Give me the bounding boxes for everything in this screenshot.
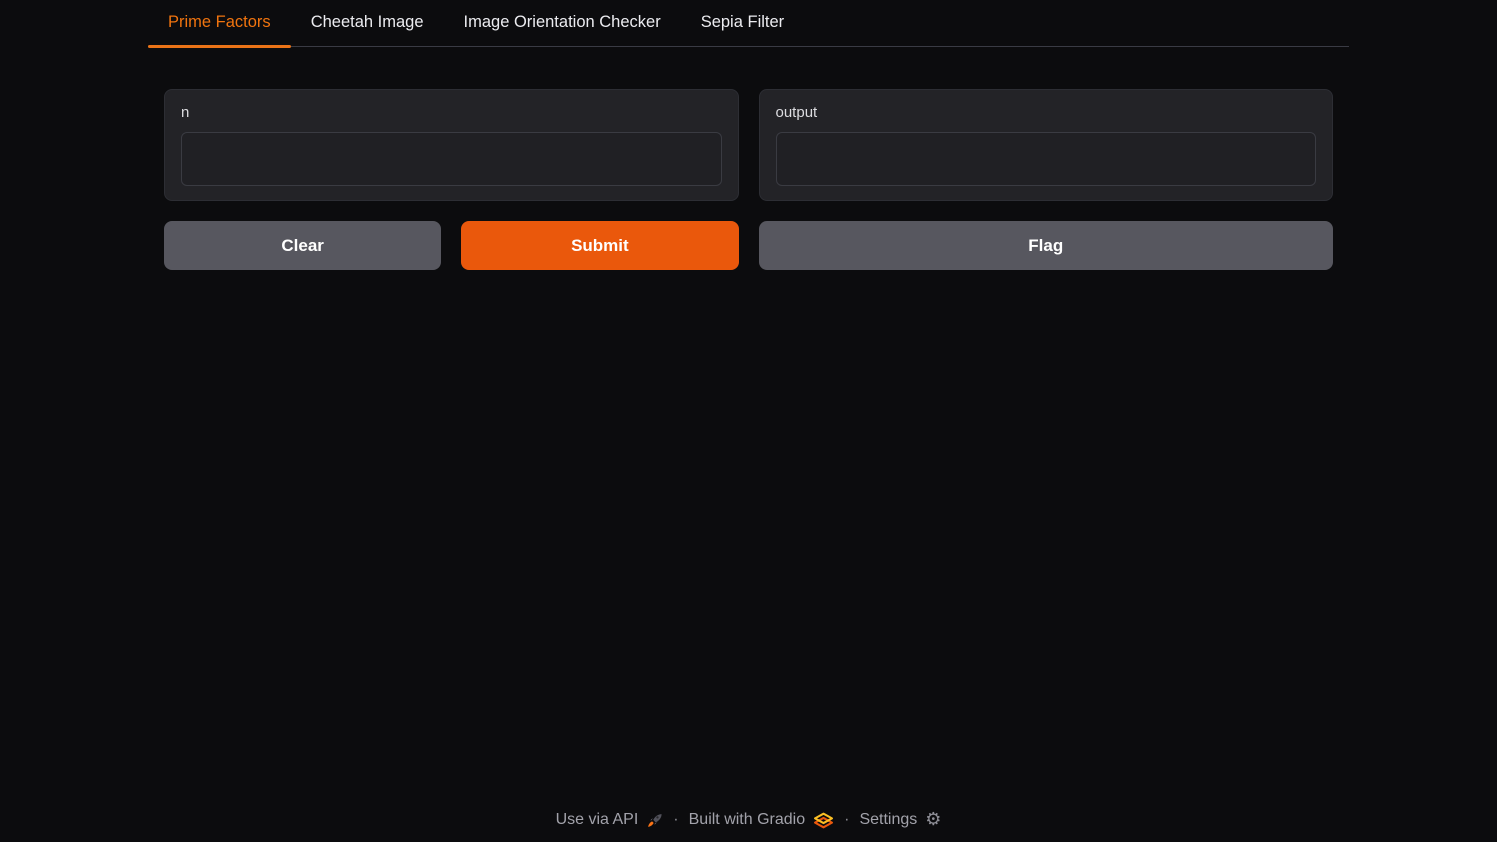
output-actions-column: Flag xyxy=(759,221,1334,270)
gear-icon: ⚙ xyxy=(925,811,941,829)
submit-button[interactable]: Submit xyxy=(461,221,738,270)
tab-prime-factors[interactable]: Prime Factors xyxy=(148,0,291,46)
tab-cheetah-image[interactable]: Cheetah Image xyxy=(291,0,444,46)
footer-separator-2: · xyxy=(844,811,849,829)
footer: Use via API · Built with Gradio xyxy=(0,811,1497,842)
input-actions-column: Clear Submit xyxy=(164,221,739,270)
tab-sepia-filter[interactable]: Sepia Filter xyxy=(681,0,804,46)
footer-separator: · xyxy=(673,811,678,829)
output-textbox[interactable] xyxy=(776,132,1317,186)
output-block: output xyxy=(759,89,1334,201)
gradio-app: Prime Factors Cheetah Image Image Orient… xyxy=(0,0,1497,842)
tab-image-orientation-checker[interactable]: Image Orientation Checker xyxy=(444,0,681,46)
clear-button[interactable]: Clear xyxy=(164,221,441,270)
use-via-api-label: Use via API xyxy=(556,811,639,829)
input-label: n xyxy=(181,104,189,121)
tab-bar: Prime Factors Cheetah Image Image Orient… xyxy=(148,0,1349,47)
flag-button[interactable]: Flag xyxy=(759,221,1334,270)
built-with-gradio-link[interactable]: Built with Gradio xyxy=(689,811,835,829)
settings-link[interactable]: Settings ⚙ xyxy=(859,811,941,829)
output-label: output xyxy=(776,104,818,121)
use-via-api-link[interactable]: Use via API xyxy=(556,811,664,829)
built-with-gradio-label: Built with Gradio xyxy=(689,811,806,829)
tab-panel-prime-factors: n output Clear Submit Flag xyxy=(148,47,1349,270)
input-block: n xyxy=(164,89,739,201)
n-textbox[interactable] xyxy=(181,132,722,186)
settings-label: Settings xyxy=(859,811,917,829)
gradio-logo-icon xyxy=(813,812,834,829)
rocket-icon xyxy=(646,812,663,829)
